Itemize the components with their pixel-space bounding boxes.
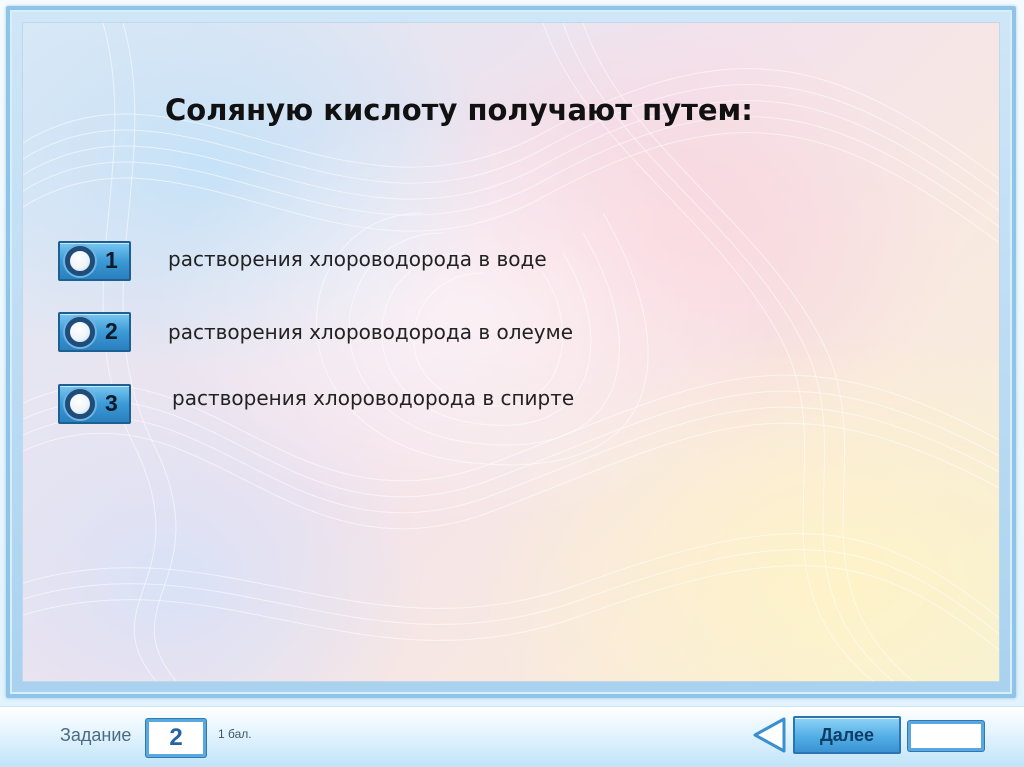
radio-circle-icon bbox=[65, 389, 95, 419]
option-number: 2 bbox=[105, 318, 118, 344]
bottom-navigation-bar: Задание 2 1 бал. Далее bbox=[0, 706, 1024, 767]
option-2-text: растворения хлороводорода в олеуме bbox=[168, 320, 574, 344]
option-number: 3 bbox=[105, 390, 118, 416]
slide-stage: Соляную кислоту получают путем: 1 раство… bbox=[22, 22, 1000, 682]
option-2-button[interactable]: 2 bbox=[58, 312, 131, 352]
option-3-text: растворения хлороводорода в спирте bbox=[172, 386, 575, 410]
radio-circle-icon bbox=[65, 317, 95, 347]
task-number: 2 bbox=[169, 724, 183, 751]
option-number: 1 bbox=[105, 247, 118, 273]
option-1-button[interactable]: 1 bbox=[58, 241, 131, 281]
radio-circle-icon bbox=[65, 246, 95, 276]
score-label: 1 бал. bbox=[218, 727, 252, 741]
next-button[interactable]: Далее bbox=[793, 716, 901, 754]
answer-input-box[interactable] bbox=[908, 721, 984, 751]
triangle-left-icon[interactable] bbox=[752, 717, 786, 753]
question-title: Соляную кислоту получают путем: bbox=[165, 93, 753, 127]
option-3-button[interactable]: 3 bbox=[58, 384, 131, 424]
option-1-text: растворения хлороводорода в воде bbox=[168, 247, 547, 271]
slide-frame: Соляную кислоту получают путем: 1 раство… bbox=[6, 6, 1016, 698]
task-number-box: 2 bbox=[146, 719, 206, 757]
task-label: Задание bbox=[60, 725, 132, 745]
